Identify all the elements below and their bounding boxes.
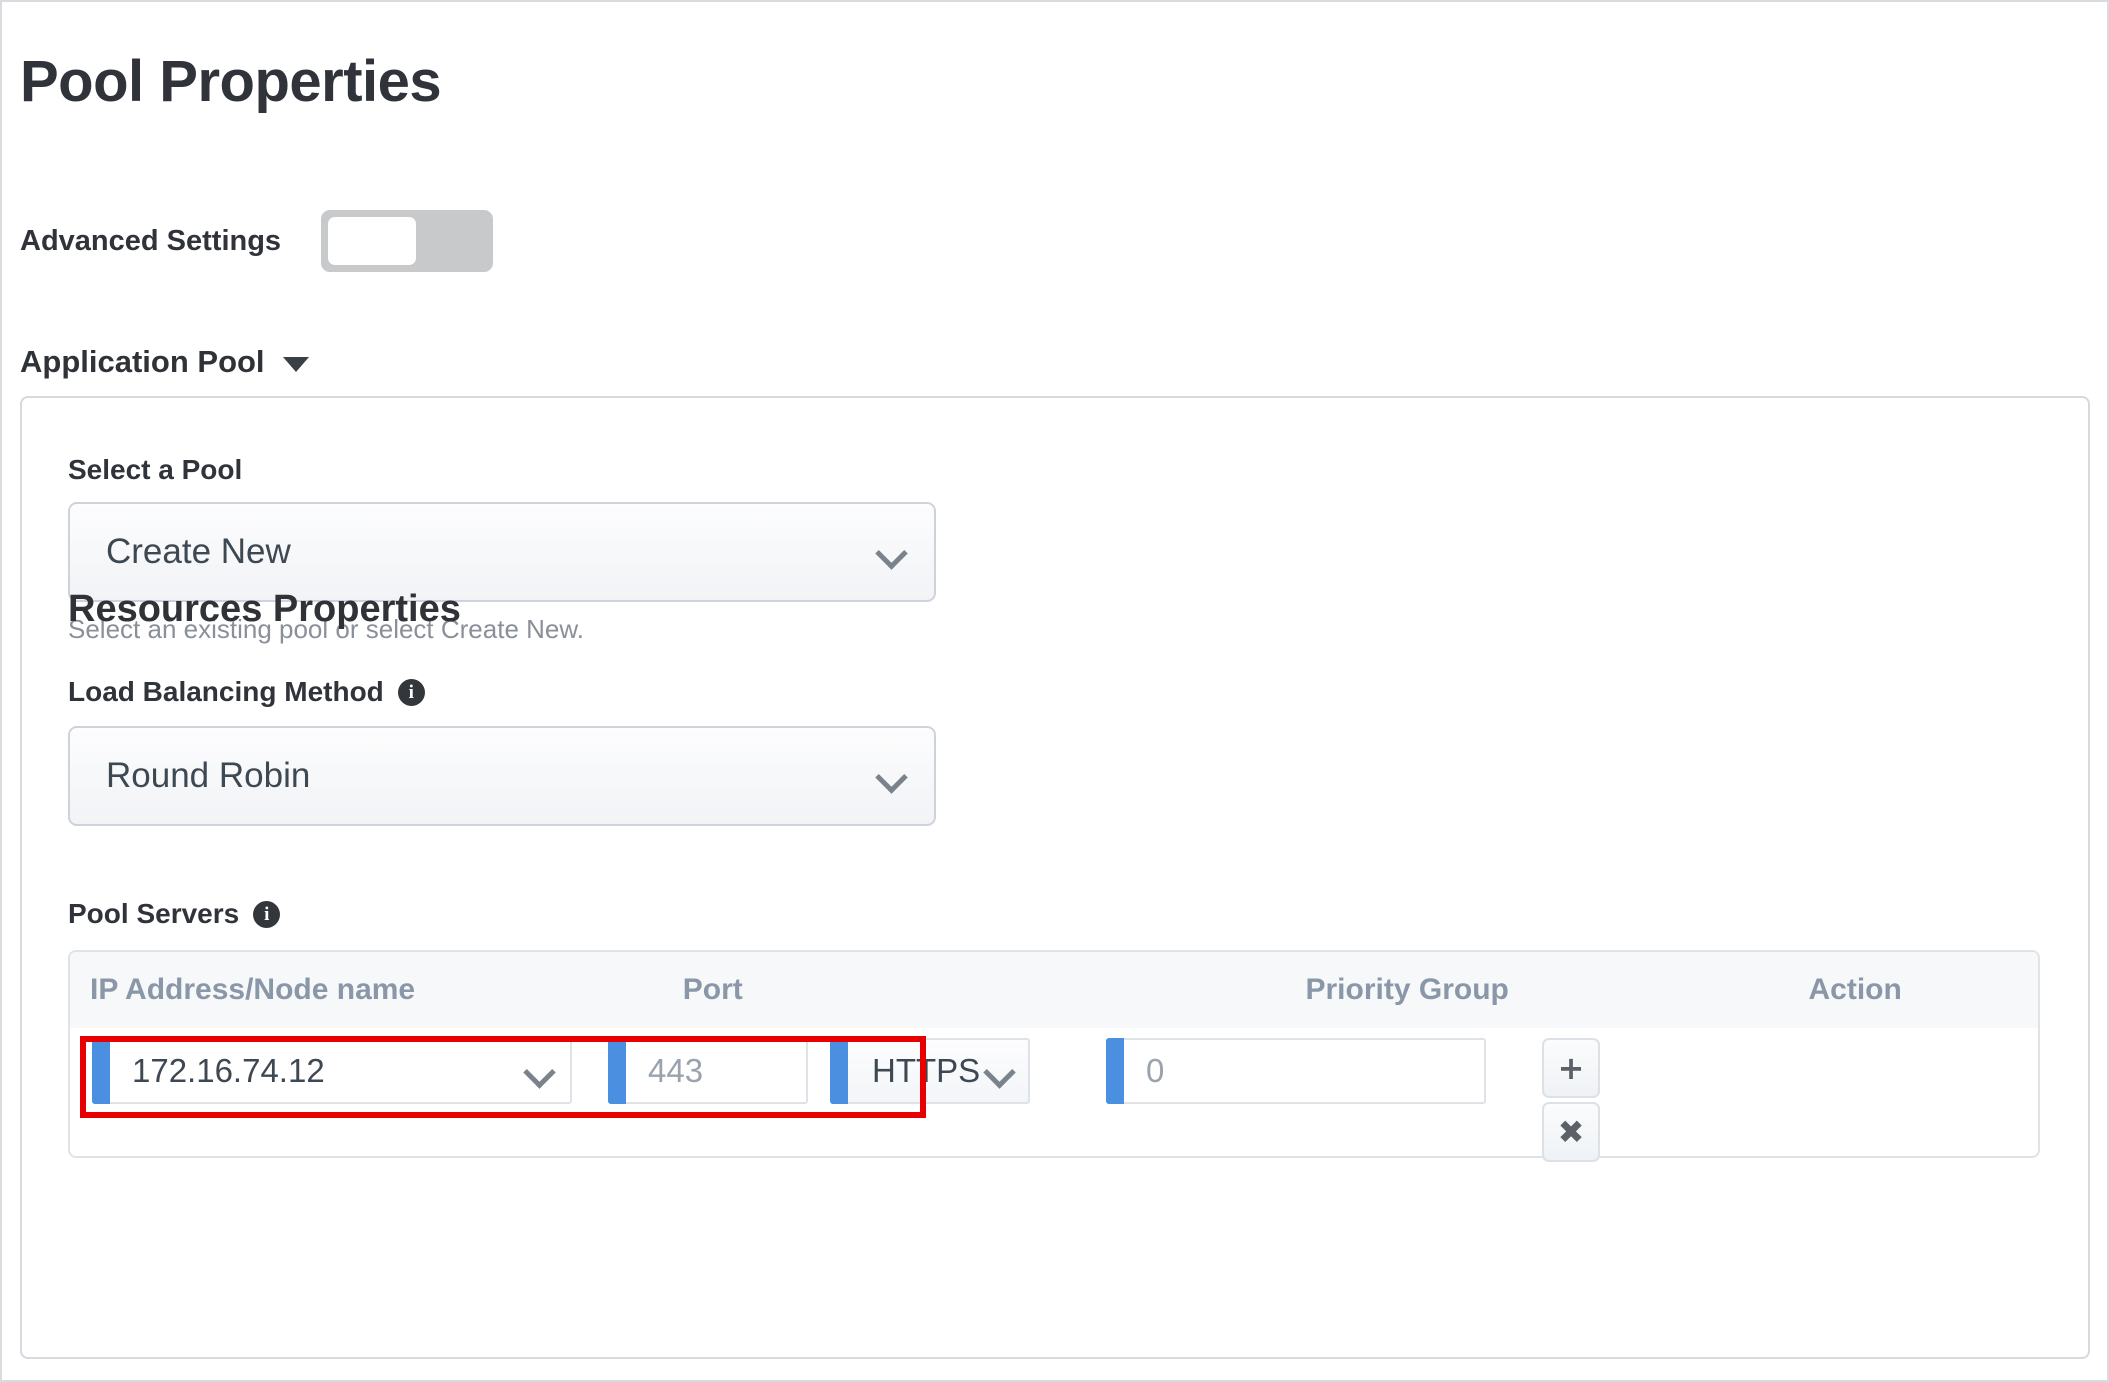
select-pool-dropdown[interactable]: Create New [68, 502, 936, 602]
table-header-row: IP Address/Node name Port Priority Group… [70, 952, 2038, 1028]
column-header-port: Port [662, 952, 1282, 1028]
protocol-value: HTTPS [872, 1052, 981, 1089]
chevron-down-icon [878, 539, 904, 565]
field-accent-bar [608, 1038, 626, 1104]
priority-group-value: 0 [1146, 1052, 1165, 1089]
ip-address-value: 172.16.74.12 [132, 1052, 325, 1089]
pool-servers-label-row: Pool Servers i [68, 898, 281, 930]
protocol-dropdown[interactable]: HTTPS [830, 1038, 1030, 1104]
chevron-down-icon[interactable] [526, 1058, 552, 1084]
load-balancing-method-field: Load Balancing Method i Round Robin [68, 676, 936, 826]
ip-address-input[interactable]: 172.16.74.12 [92, 1038, 572, 1104]
column-header-ip-address: IP Address/Node name [70, 952, 659, 1028]
toggle-knob [328, 217, 417, 265]
chevron-down-icon[interactable] [986, 1058, 1012, 1084]
port-input[interactable]: 443 [608, 1038, 808, 1104]
load-balancing-method-label: Load Balancing Method [68, 676, 384, 707]
resources-properties-heading-wrap: Resources Properties [68, 588, 461, 631]
info-icon[interactable]: i [253, 900, 281, 928]
field-accent-bar [92, 1038, 110, 1104]
select-pool-value: Create New [106, 532, 291, 571]
load-balancing-method-value: Round Robin [106, 756, 311, 795]
add-row-button[interactable]: + [1542, 1038, 1600, 1098]
caret-down-icon[interactable] [282, 356, 309, 372]
field-accent-bar [830, 1038, 848, 1104]
column-header-action: Action [1788, 952, 2038, 1028]
application-pool-card: Select a Pool Create New Select an exist… [20, 396, 2090, 1359]
priority-group-input[interactable]: 0 [1106, 1038, 1486, 1104]
select-pool-label: Select a Pool [68, 454, 243, 485]
page-title: Pool Properties [20, 49, 442, 114]
remove-row-button[interactable]: ✖ [1542, 1102, 1600, 1162]
application-pool-label: Application Pool [20, 344, 265, 379]
pool-properties-page: Pool Properties Advanced Settings Applic… [0, 0, 2109, 1382]
advanced-settings-toggle[interactable] [321, 210, 494, 272]
field-accent-bar [1106, 1038, 1124, 1104]
column-header-priority-group: Priority Group [1285, 952, 1785, 1028]
advanced-settings-label: Advanced Settings [20, 224, 282, 257]
table-body: 172.16.74.12 443 HTTPS 0 + ✖ [70, 1028, 2038, 1162]
resources-properties-heading: Resources Properties [68, 588, 461, 630]
table-row: 172.16.74.12 443 HTTPS 0 + ✖ [70, 1028, 2038, 1162]
action-cell: + ✖ [1542, 1038, 1600, 1162]
load-balancing-method-dropdown[interactable]: Round Robin [68, 726, 936, 826]
advanced-settings-row: Advanced Settings [20, 210, 494, 272]
port-value: 443 [648, 1052, 704, 1089]
pool-servers-label: Pool Servers [68, 898, 240, 929]
info-icon[interactable]: i [397, 678, 425, 706]
pool-servers-table: IP Address/Node name Port Priority Group… [68, 950, 2040, 1162]
application-pool-section-header[interactable]: Application Pool [20, 344, 309, 380]
chevron-down-icon [878, 763, 904, 789]
load-balancing-method-label-row: Load Balancing Method i [68, 676, 936, 708]
